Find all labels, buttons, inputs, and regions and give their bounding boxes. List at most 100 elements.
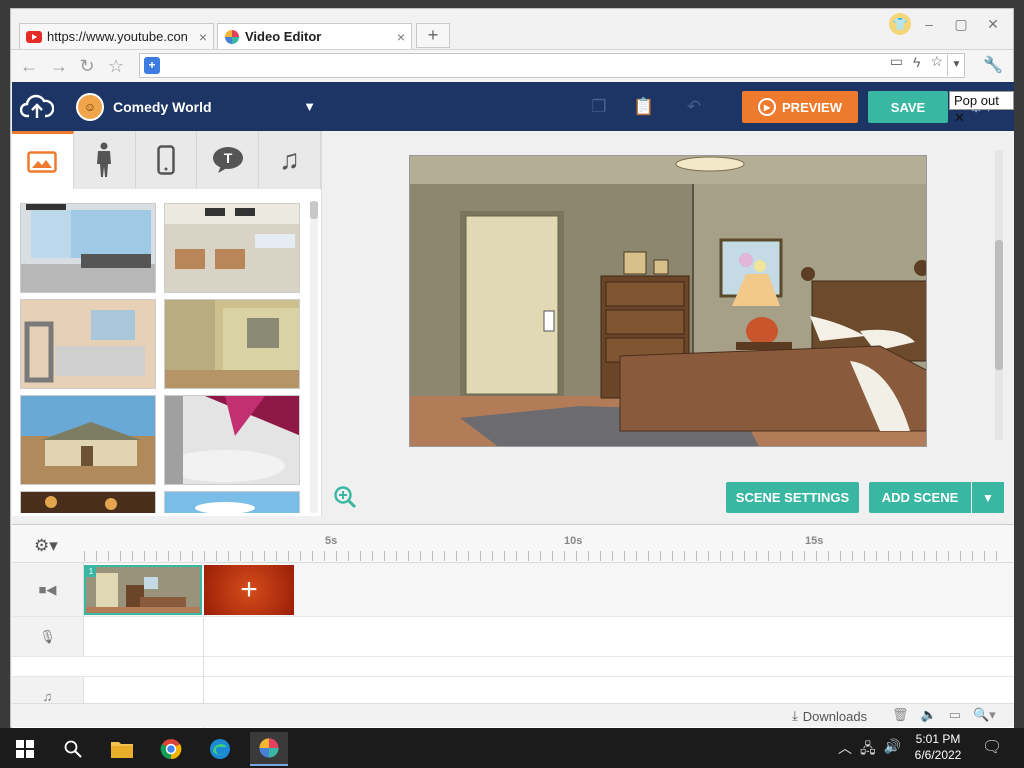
shirt-icon[interactable]: 👕 [889, 13, 911, 35]
thumbnail-stage-spotlights[interactable] [164, 395, 300, 485]
shield-icon: + [144, 57, 160, 74]
pinwheel-app-icon[interactable] [250, 732, 288, 766]
scrollbar-thumb[interactable] [310, 201, 318, 219]
zoom-icon[interactable]: 🔍▾ [973, 707, 996, 723]
stage-scrollbar[interactable] [995, 150, 1003, 440]
tab-characters[interactable] [74, 131, 136, 189]
address-input[interactable]: + [139, 53, 965, 78]
speaker-icon[interactable]: 🔈 [921, 707, 937, 723]
favorite-star-icon[interactable]: ☆ [930, 53, 943, 70]
back-icon[interactable]: ← [19, 56, 39, 76]
trash-icon[interactable]: 🗑 [892, 707, 909, 723]
add-scene-clip-button[interactable]: + [204, 565, 294, 615]
downloads-button[interactable]: ⤓ Downloads [792, 708, 867, 724]
thumbnail-security-checkpoint[interactable] [20, 299, 156, 389]
tab-text[interactable]: T [197, 131, 260, 189]
play-icon: ▶ [758, 98, 777, 116]
voice-track-header: 🎙 [12, 617, 84, 656]
youtube-icon [26, 29, 42, 45]
popout-tooltip[interactable]: Pop out ✕ [949, 91, 1014, 125]
screen-icon[interactable]: ▭ [890, 53, 903, 70]
close-tab-icon[interactable]: × [397, 29, 405, 45]
clock[interactable]: 5:01 PM 6/6/2022 [900, 731, 976, 763]
cloud-upload-icon [20, 94, 54, 118]
reload-icon[interactable]: ↻ [77, 56, 97, 76]
thumbnail-airport-checkin[interactable] [164, 203, 300, 293]
chevron-down-icon: ▼ [982, 490, 994, 505]
chevron-down-icon[interactable]: ▼ [947, 53, 965, 76]
lightning-icon[interactable]: ϟ [913, 54, 920, 70]
tick-label: 15s [805, 535, 824, 547]
thumbnail-office-corridor[interactable] [164, 299, 300, 389]
maximize-icon[interactable]: ▢ [947, 16, 975, 33]
volume-icon[interactable]: 🔊 [884, 738, 901, 762]
video-track: ■◀ 1 + [12, 563, 1014, 617]
paste-icon[interactable]: 📋 [630, 94, 658, 120]
taskbar: ︿ 🖧 🔊 5:01 PM 6/6/2022 🗨 [0, 728, 1024, 768]
add-scene-dropdown[interactable]: ▼ [972, 482, 1004, 513]
scene-settings-button[interactable]: SCENE SETTINGS [726, 482, 859, 513]
clock-date: 6/6/2022 [914, 748, 962, 762]
tick-label: 5s [325, 535, 338, 547]
search-icon[interactable] [54, 732, 92, 766]
forward-icon[interactable]: → [49, 56, 69, 76]
chrome-icon[interactable] [152, 732, 190, 766]
tab-title: https://www.youtube.con [47, 29, 188, 44]
file-explorer-icon[interactable] [103, 732, 141, 766]
project-selector[interactable]: ☺ Comedy World ▼ [68, 82, 322, 131]
thumbnail-sky[interactable] [164, 491, 300, 513]
pinwheel-icon [224, 29, 240, 45]
project-name: Comedy World [113, 98, 212, 115]
wrench-icon[interactable]: 🔧 [983, 55, 1003, 75]
add-scene-button[interactable]: ADD SCENE [869, 482, 971, 513]
preview-button[interactable]: ▶ PREVIEW [742, 91, 858, 123]
bookmark-star-icon[interactable]: ☆ [106, 56, 126, 76]
save-button[interactable]: SAVE [868, 91, 948, 123]
notification-icon[interactable]: 🗨 [982, 737, 1002, 757]
edge-icon[interactable] [201, 732, 239, 766]
new-tab-button[interactable]: + [416, 23, 450, 48]
scene-clip[interactable]: 1 [84, 565, 202, 615]
copy-icon[interactable]: ❐ [585, 94, 613, 120]
window-icon[interactable]: ▭ [949, 707, 961, 723]
music-note-icon: ♫ [42, 689, 53, 704]
phone-icon [157, 145, 175, 175]
zoom-in-icon[interactable] [333, 485, 357, 509]
close-window-icon[interactable]: ✕ [979, 16, 1007, 33]
thumbnail-airport-lounge[interactable] [20, 203, 156, 293]
voice-track: 🎙 [12, 617, 1014, 657]
tab-props[interactable] [136, 131, 198, 189]
thumbnail-theater[interactable] [20, 491, 156, 513]
tab-strip: https://www.youtube.con × Video Editor ×… [11, 9, 1013, 49]
tab-backgrounds[interactable] [12, 131, 74, 189]
thumbnail-farmhouse[interactable] [20, 395, 156, 485]
speech-bubble-icon: T [212, 147, 243, 173]
scene-canvas[interactable] [409, 155, 927, 447]
browser-window: https://www.youtube.con × Video Editor ×… [10, 8, 1014, 728]
timeline-ruler[interactable]: ⚙▾ 5s 10s 15s [12, 525, 1014, 563]
music-note-icon: ♫ [279, 144, 301, 175]
address-actions: ▭ ϟ ☆ [890, 53, 943, 70]
network-icon[interactable]: 🖧 [860, 738, 876, 762]
tab-youtube[interactable]: https://www.youtube.con × [19, 23, 214, 49]
scrollbar-thumb[interactable] [995, 240, 1003, 370]
library-scrollbar[interactable] [310, 201, 318, 513]
tick-label: 10s [564, 535, 583, 547]
clock-time: 5:01 PM [915, 732, 961, 746]
close-icon[interactable]: ✕ [954, 110, 965, 125]
chevron-down-icon: ▼ [303, 99, 316, 114]
library-panel: T ♫ [12, 131, 322, 516]
background-thumbnails [20, 203, 302, 513]
close-tab-icon[interactable]: × [199, 29, 207, 45]
upload-button[interactable] [12, 82, 62, 131]
undo-icon[interactable]: ↶ [680, 94, 708, 120]
timeline: ⚙▾ 5s 10s 15s ■◀ 1 + 🎙 ♫ [12, 524, 1014, 728]
chevron-up-icon[interactable]: ︿ [838, 738, 852, 762]
windows-start-icon[interactable] [6, 732, 44, 766]
plus-icon: + [240, 573, 258, 606]
tab-music[interactable]: ♫ [259, 131, 321, 189]
gear-icon[interactable]: ⚙▾ [34, 536, 58, 556]
tab-video-editor[interactable]: Video Editor × [217, 23, 412, 49]
minimize-icon[interactable]: – [915, 16, 943, 32]
person-icon [97, 142, 112, 177]
